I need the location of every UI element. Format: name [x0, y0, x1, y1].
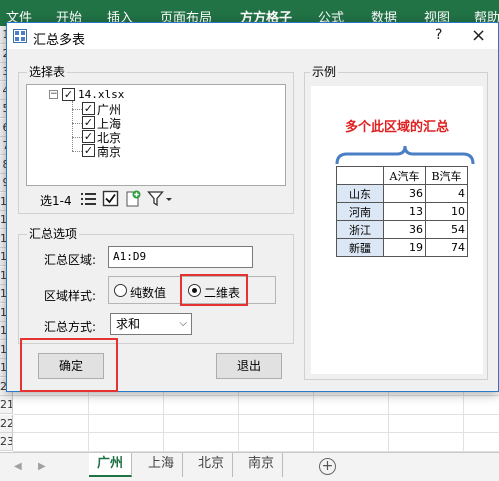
- example-col-b: B汽车: [425, 166, 468, 185]
- highlight-ok-button: [20, 338, 118, 392]
- example-col-a: A汽车: [383, 166, 426, 185]
- dialog-titlebar[interactable]: 汇总多表 ? ×: [7, 23, 498, 49]
- tree-checkbox-guangzhou[interactable]: ✓: [82, 102, 95, 115]
- row-header[interactable]: 23: [0, 433, 13, 451]
- tree-root-checkbox[interactable]: ✓: [62, 88, 75, 101]
- tree-label-nanjing: 南京: [97, 145, 122, 159]
- add-file-icon[interactable]: [124, 190, 141, 207]
- example-cell-b: 74: [425, 238, 468, 257]
- select-all-checkbox-icon[interactable]: [102, 190, 119, 207]
- list-icon[interactable]: [80, 190, 97, 207]
- row-header[interactable]: 22: [0, 414, 13, 433]
- sheet-next-icon[interactable]: ▶: [38, 461, 46, 472]
- tree-root-label: 14.xlsx: [78, 88, 125, 101]
- add-sheet-button[interactable]: +: [319, 458, 336, 475]
- example-cell-b: 4: [425, 184, 468, 203]
- tree-checkbox-beijing[interactable]: ✓: [82, 130, 95, 143]
- radio-plain-values-label: 纯数值: [130, 286, 167, 300]
- row-gridline: [13, 432, 499, 433]
- example-row-name: 浙江: [336, 220, 384, 239]
- row-header[interactable]: 21: [0, 396, 13, 414]
- sheet-tab-beijing[interactable]: 北京: [190, 453, 234, 477]
- sheet-prev-icon[interactable]: ◀: [14, 461, 22, 472]
- example-title: 多个此区域的汇总: [344, 120, 449, 135]
- example-row-name: 山东: [336, 184, 384, 203]
- tree-checkbox-shanghai[interactable]: ✓: [82, 116, 95, 129]
- app-icon: [13, 29, 27, 43]
- row-gridline: [13, 413, 499, 415]
- sheet-tab-guangzhou[interactable]: 广州: [89, 453, 133, 477]
- sheet-tab-bar: ◀ ▶ 广州 上海 北京 南京 +: [0, 452, 499, 481]
- example-corner-cell: [336, 166, 384, 185]
- row-gridline: [13, 395, 499, 396]
- exit-button[interactable]: 退出: [216, 353, 282, 379]
- radio-plain-values[interactable]: [114, 284, 127, 297]
- select-tables-group-title: 选择表: [27, 65, 68, 79]
- example-cell-b: 10: [425, 202, 468, 221]
- summary-options-group-title: 汇总选项: [27, 227, 80, 241]
- help-button[interactable]: ?: [435, 27, 442, 43]
- example-cell-a: 36: [383, 184, 426, 203]
- chevron-down-icon: ⌵: [179, 318, 187, 329]
- area-label: 汇总区域:: [44, 253, 97, 267]
- tree-collapse-icon[interactable]: −: [49, 90, 58, 99]
- method-select[interactable]: 求和 ⌵: [110, 313, 192, 335]
- method-select-value: 求和: [116, 317, 141, 331]
- example-cell-a: 13: [383, 202, 426, 221]
- example-cell-b: 54: [425, 220, 468, 239]
- example-panel: 多个此区域的汇总 A汽车 B汽车 山东 36 4 河南 13 10 浙江 36 …: [311, 86, 483, 374]
- example-table: A汽车 B汽车 山东 36 4 河南 13 10 浙江 36 54 新疆 19 …: [336, 166, 468, 257]
- example-group-title: 示例: [310, 65, 339, 79]
- close-button[interactable]: ×: [471, 25, 486, 46]
- sheet-tab-shanghai[interactable]: 上海: [140, 453, 184, 477]
- style-label: 区域样式:: [44, 289, 97, 303]
- dialog-title: 汇总多表: [33, 33, 86, 48]
- example-cell-a: 36: [383, 220, 426, 239]
- example-cell-a: 19: [383, 238, 426, 257]
- sheet-tab-nanjing[interactable]: 南京: [240, 453, 284, 477]
- example-row-name: 新疆: [336, 238, 384, 257]
- example-row-name: 河南: [336, 202, 384, 221]
- brace-icon: [335, 145, 475, 165]
- selection-count-label: 选1-4: [40, 194, 72, 208]
- tree-checkbox-nanjing[interactable]: ✓: [82, 144, 95, 157]
- filter-dropdown-icon[interactable]: [147, 190, 173, 207]
- area-input[interactable]: A1:D9: [108, 246, 253, 268]
- highlight-2d-table: [180, 274, 248, 306]
- method-label: 汇总方式:: [44, 320, 97, 334]
